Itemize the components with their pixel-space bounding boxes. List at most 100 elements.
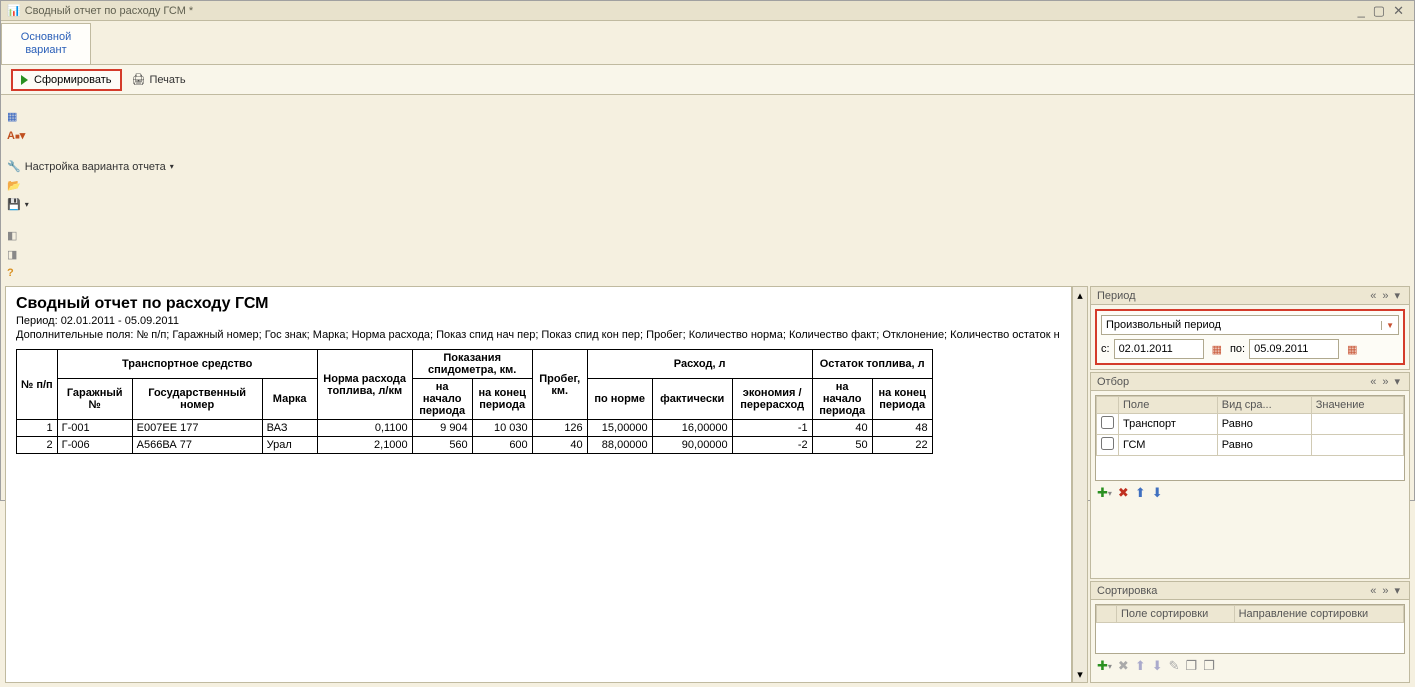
- table-row: 1Г-001Е007ЕЕ 177ВАЗ0,11009 90410 0301261…: [17, 420, 933, 437]
- sort-header: Сортировка « » ▾: [1091, 582, 1409, 600]
- generate-label: Сформировать: [34, 74, 112, 86]
- filter-header: Отбор « » ▾: [1091, 373, 1409, 391]
- filter-checkbox[interactable]: [1101, 416, 1114, 429]
- add-filter-button[interactable]: ✚▾: [1097, 485, 1112, 501]
- panel-prev-icon[interactable]: «: [1367, 376, 1379, 388]
- filter-row[interactable]: ГСМРавно: [1097, 435, 1404, 456]
- sort-panel: Сортировка « » ▾ Поле сортировки Направл…: [1090, 581, 1410, 683]
- settings-button[interactable]: 🔧 Настройка варианта отчета ▾: [1, 157, 180, 176]
- filter-field-col: Поле: [1119, 397, 1218, 414]
- remove-filter-button[interactable]: ✖: [1118, 485, 1129, 501]
- save-icon: 💾: [7, 198, 21, 211]
- filter-check-col: [1097, 397, 1119, 414]
- col-rem-end: на конец периода: [872, 379, 932, 420]
- period-title: Период: [1097, 290, 1136, 302]
- filter-comp-col: Вид сра...: [1217, 397, 1311, 414]
- col-npp: № п/п: [17, 350, 58, 420]
- panel-prev-icon[interactable]: «: [1367, 585, 1379, 597]
- play-icon: [21, 75, 28, 85]
- col-vehicle: Транспортное средство: [57, 350, 317, 379]
- generate-button[interactable]: Сформировать: [11, 69, 122, 91]
- col-rem-start: на начало периода: [812, 379, 872, 420]
- side-panel: Период « » ▾ Произвольный период ▼ с:: [1090, 286, 1410, 683]
- open-folder-button[interactable]: 📂: [1, 176, 27, 195]
- save-button[interactable]: 💾▾: [1, 195, 35, 214]
- move-down-sort-button[interactable]: ⬇: [1152, 658, 1163, 674]
- add-sort-button[interactable]: ✚▾: [1097, 658, 1112, 674]
- panel-collapse-icon[interactable]: ▾: [1391, 375, 1403, 388]
- col-actual: фактически: [652, 379, 732, 420]
- titlebar: 📊 Сводный отчет по расходу ГСМ * _ ▢ ✕: [1, 1, 1414, 21]
- move-down-button[interactable]: ⬇: [1152, 485, 1163, 501]
- close-button[interactable]: ✕: [1389, 3, 1408, 19]
- edit-sort-button[interactable]: ✎: [1169, 658, 1180, 674]
- panel-prev-icon[interactable]: «: [1367, 290, 1379, 302]
- filter-checkbox[interactable]: [1101, 437, 1114, 450]
- print-button[interactable]: 🖨 Печать: [126, 70, 192, 89]
- scroll-up-button[interactable]: ▴: [1073, 287, 1087, 303]
- col-garage: Гаражный №: [57, 379, 132, 420]
- panel2-button[interactable]: ◨: [1, 245, 23, 264]
- col-bynorm: по норме: [587, 379, 652, 420]
- col-odo-start: на начало периода: [412, 379, 472, 420]
- calendar-icon[interactable]: ▦: [1212, 343, 1222, 356]
- col-remainder: Остаток топлива, л: [812, 350, 932, 379]
- filter-panel: Отбор « » ▾ Поле Вид сра... Значение: [1090, 372, 1410, 579]
- sort-title: Сортировка: [1097, 585, 1157, 597]
- vertical-scrollbar[interactable]: ▴ ▾: [1072, 286, 1088, 683]
- move-up-button[interactable]: ⬆: [1135, 485, 1146, 501]
- tab-main-variant[interactable]: Основной вариант: [1, 23, 91, 64]
- calendar-icon[interactable]: ▦: [1347, 343, 1357, 356]
- window-title: Сводный отчет по расходу ГСМ *: [25, 5, 194, 17]
- col-norm: Норма расхода топлива, л/км: [317, 350, 412, 420]
- col-odo-end: на конец периода: [472, 379, 532, 420]
- copy2-sort-button[interactable]: ❐: [1203, 658, 1215, 674]
- report-title: Сводный отчет по расходу ГСМ: [16, 295, 1061, 313]
- panel-collapse-icon[interactable]: ▾: [1391, 584, 1403, 597]
- toolbar: Сформировать 🖨 Печать: [1, 65, 1414, 95]
- col-mileage: Пробег, км.: [532, 350, 587, 420]
- copy-sort-button[interactable]: ❐: [1186, 658, 1198, 674]
- panel-icon: ◧: [7, 229, 17, 242]
- sort-field-col: Поле сортировки: [1117, 606, 1235, 623]
- sort-dir-col: Направление сортировки: [1234, 606, 1403, 623]
- print-label: Печать: [150, 74, 186, 86]
- panel-next-icon[interactable]: »: [1379, 376, 1391, 388]
- tabbar: Основной вариант: [1, 21, 1414, 65]
- maximize-button[interactable]: ▢: [1369, 3, 1389, 19]
- help-icon: ?: [7, 267, 14, 279]
- scroll-down-button[interactable]: ▾: [1073, 666, 1087, 682]
- period-panel: Период « » ▾ Произвольный период ▼ с:: [1090, 286, 1410, 370]
- panel-next-icon[interactable]: »: [1379, 290, 1391, 302]
- minimize-button[interactable]: _: [1354, 3, 1369, 18]
- chevron-down-icon: ▾: [170, 162, 174, 171]
- panel-collapse-icon[interactable]: ▾: [1391, 289, 1403, 302]
- move-up-sort-button[interactable]: ⬆: [1135, 658, 1146, 674]
- filter-row[interactable]: ТранспортРавно: [1097, 414, 1404, 435]
- period-highlight-box: Произвольный период ▼ с: 02.01.2011 ▦ по…: [1095, 309, 1405, 365]
- panel-icon-2: ◨: [7, 248, 17, 261]
- remove-sort-button[interactable]: ✖: [1118, 658, 1129, 674]
- help-button[interactable]: ?: [1, 264, 20, 282]
- font-icon: A■▾: [7, 129, 25, 142]
- filter-title: Отбор: [1097, 376, 1129, 388]
- col-odometer: Показания спидометра, км.: [412, 350, 532, 379]
- chevron-down-icon: ▼: [1381, 321, 1394, 330]
- font-button[interactable]: A■▾: [1, 126, 31, 145]
- to-label: по:: [1230, 343, 1245, 355]
- report-table: № п/п Транспортное средство Норма расход…: [16, 349, 933, 454]
- panel1-button[interactable]: ◧: [1, 226, 23, 245]
- grid-button[interactable]: ▦: [1, 107, 23, 126]
- panel-next-icon[interactable]: »: [1379, 585, 1391, 597]
- print-icon: 🖨: [132, 73, 146, 86]
- date-from-value: 02.01.2011: [1119, 343, 1173, 355]
- date-to-input[interactable]: 05.09.2011: [1249, 339, 1339, 359]
- date-from-input[interactable]: 02.01.2011: [1114, 339, 1204, 359]
- period-type-dropdown[interactable]: Произвольный период ▼: [1101, 315, 1399, 335]
- period-type-value: Произвольный период: [1106, 319, 1221, 331]
- col-state: Государственный номер: [132, 379, 262, 420]
- settings-label: Настройка варианта отчета: [25, 161, 166, 173]
- report-period: Период: 02.01.2011 - 05.09.2011: [16, 315, 1061, 327]
- sort-grid: Поле сортировки Направление сортировки: [1095, 604, 1405, 654]
- app-icon: 📊: [7, 4, 21, 17]
